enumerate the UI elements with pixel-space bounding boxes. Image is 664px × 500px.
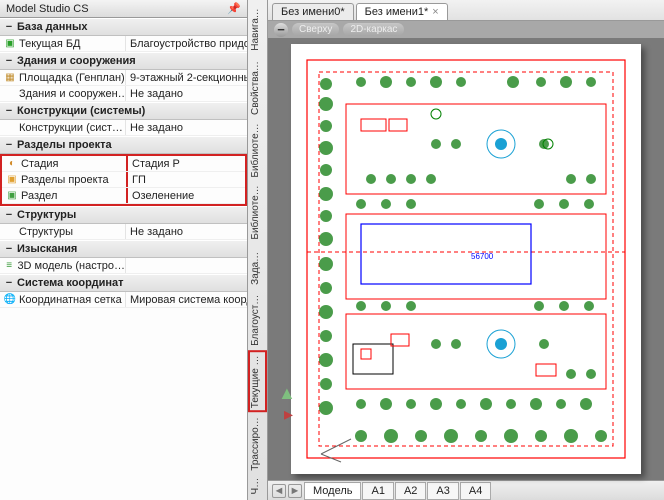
collapse-icon: − bbox=[4, 139, 14, 151]
row-project-section[interactable]: ▣Разделы проекта ГП bbox=[2, 172, 245, 188]
row-subsection[interactable]: ▣Раздел Озеленение bbox=[2, 188, 245, 204]
layout-tab-a2[interactable]: А2 bbox=[395, 482, 426, 500]
row-stage[interactable]: ◐Стадия Стадия Р bbox=[2, 156, 245, 172]
panel-empty-area bbox=[0, 308, 247, 500]
collapse-icon: − bbox=[4, 55, 14, 67]
main-area: Без имени0* Без имени1* × − Сверху 2D-ка… bbox=[268, 0, 664, 500]
section-project-sections[interactable]: −Разделы проекта bbox=[0, 136, 247, 154]
side-tab-chat[interactable]: Чат bbox=[248, 475, 267, 498]
tabs-prev-button[interactable]: ◄ bbox=[272, 484, 286, 498]
collapse-icon: − bbox=[4, 243, 14, 255]
layout-tab-a4[interactable]: А4 bbox=[460, 482, 491, 500]
view-strip: − Сверху 2D-каркас bbox=[268, 21, 664, 39]
panel-pin-icon[interactable]: 📌 bbox=[227, 2, 241, 15]
view-menu-button[interactable]: − bbox=[274, 23, 288, 37]
row-buildings[interactable]: Здания и сооружен… Не задано bbox=[0, 86, 247, 102]
document-tabs: Без имени0* Без имени1* × bbox=[268, 0, 664, 21]
doc-tab-1[interactable]: Без имени1* × bbox=[356, 3, 448, 20]
view-wireframe[interactable]: 2D-каркас bbox=[343, 23, 404, 36]
collapse-icon: − bbox=[4, 277, 14, 289]
stage-icon: ◐ bbox=[6, 158, 18, 170]
globe-icon: 🌐 bbox=[4, 294, 16, 306]
collapse-icon: − bbox=[4, 21, 14, 33]
site-icon: ▦ bbox=[4, 72, 16, 84]
view-top[interactable]: Сверху bbox=[292, 23, 339, 36]
section-db[interactable]: −База данных bbox=[0, 18, 247, 36]
properties-panel: Model Studio CS 📌 −База данных ▣Текущая … bbox=[0, 0, 248, 500]
layout-tab-model[interactable]: Модель bbox=[304, 482, 361, 500]
drawing-label: 56700 bbox=[471, 252, 494, 261]
side-tab-strip: Навигатор Свойства э… Библиотек… Библиот… bbox=[248, 0, 268, 500]
side-tab-library-2[interactable]: Библиотек… bbox=[248, 181, 267, 244]
doc-tab-0[interactable]: Без имени0* bbox=[272, 3, 354, 20]
drawing-sheet: 56700 bbox=[291, 44, 641, 474]
db-icon: ▣ bbox=[4, 38, 16, 50]
layout-tab-a3[interactable]: А3 bbox=[427, 482, 458, 500]
side-tab-current[interactable]: Текущие п… bbox=[248, 350, 267, 412]
folder-icon: ▣ bbox=[6, 174, 18, 186]
tabs-next-button[interactable]: ► bbox=[288, 484, 302, 498]
model-icon: ≡ bbox=[4, 260, 14, 272]
collapse-icon: − bbox=[4, 105, 14, 117]
highlighted-rows: ◐Стадия Стадия Р ▣Разделы проекта ГП ▣Ра… bbox=[0, 154, 247, 206]
panel-title: Model Studio CS bbox=[6, 3, 89, 15]
side-tab-landscaping[interactable]: Благоустр… bbox=[248, 289, 267, 350]
panel-title-bar: Model Studio CS 📌 bbox=[0, 0, 247, 18]
side-tab-properties[interactable]: Свойства э… bbox=[248, 55, 267, 119]
layout-tabs: ◄ ► Модель А1 А2 А3 А4 bbox=[268, 480, 664, 500]
ucs-compass-icon: ▲ ▸ bbox=[278, 383, 296, 425]
layout-tab-a1[interactable]: А1 bbox=[362, 482, 393, 500]
collapse-icon: − bbox=[4, 209, 14, 221]
section-constructions[interactable]: −Конструкции (системы) bbox=[0, 102, 247, 120]
subfolder-icon: ▣ bbox=[6, 190, 18, 202]
close-icon[interactable]: × bbox=[432, 6, 438, 18]
row-constructions[interactable]: Конструкции (сист… Не задано bbox=[0, 120, 247, 136]
side-tab-library-1[interactable]: Библиотек… bbox=[248, 119, 267, 182]
row-site[interactable]: ▦Площадка (Генплан) 9-этажный 2-секционн… bbox=[0, 70, 247, 86]
drawing-canvas[interactable]: 56700 bbox=[268, 38, 664, 480]
section-surveys[interactable]: −Изыскания bbox=[0, 240, 247, 258]
side-tab-tasks[interactable]: Задания bbox=[248, 244, 267, 289]
row-coord-grid[interactable]: 🌐Координатная сетка Мировая система коор… bbox=[0, 292, 247, 308]
row-current-db[interactable]: ▣Текущая БД Благоустройство придомовой т… bbox=[0, 36, 247, 52]
row-3dmodel[interactable]: ≡3D модель (настро… bbox=[0, 258, 247, 274]
side-tab-navigator[interactable]: Навигатор bbox=[248, 2, 267, 55]
section-buildings[interactable]: −Здания и сооружения bbox=[0, 52, 247, 70]
side-tab-routing[interactable]: Трассиров… bbox=[248, 412, 267, 475]
row-structures[interactable]: Структуры Не задано bbox=[0, 224, 247, 240]
section-coords[interactable]: −Система координат bbox=[0, 274, 247, 292]
section-structures[interactable]: −Структуры bbox=[0, 206, 247, 224]
